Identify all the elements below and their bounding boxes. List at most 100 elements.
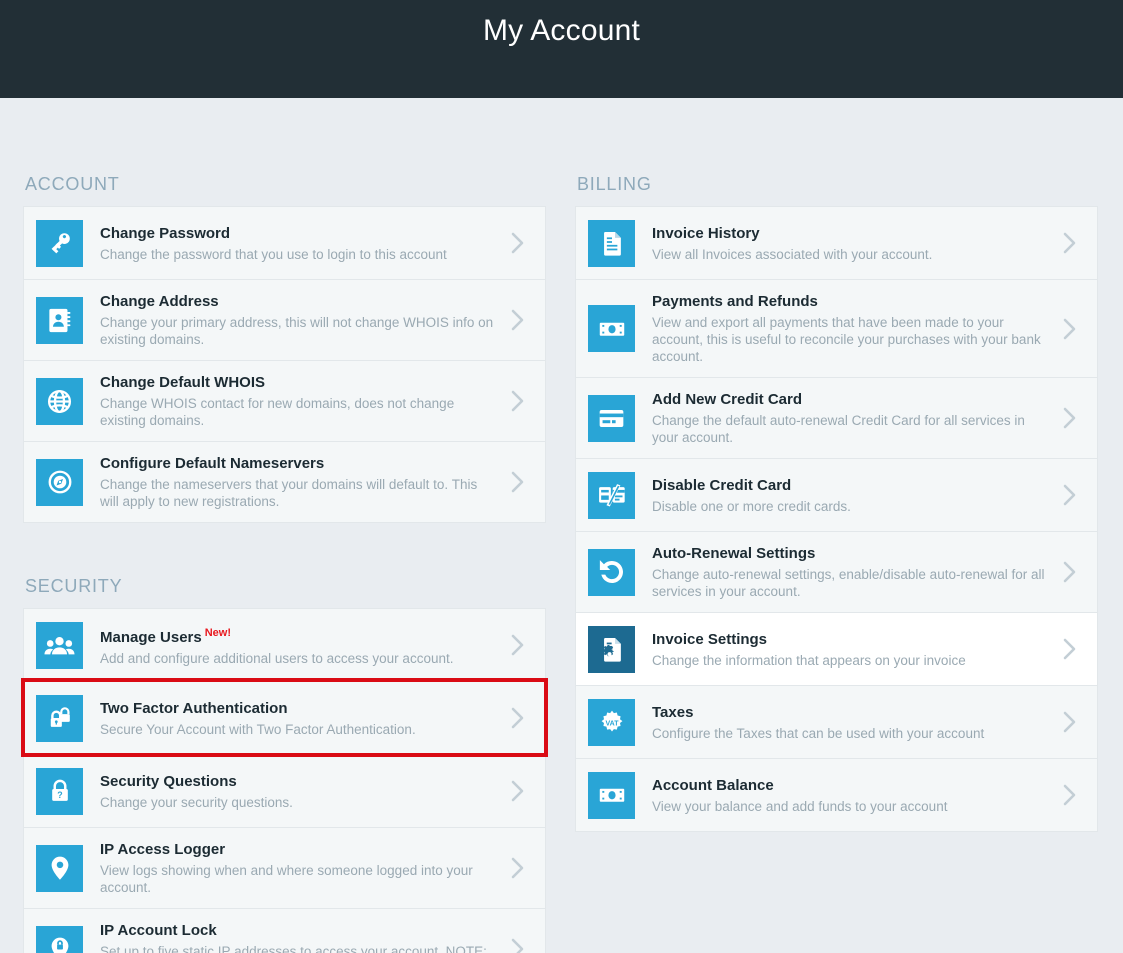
row-text: Invoice History View all Invoices associa… <box>652 224 1059 263</box>
row-text: Two Factor Authentication Secure Your Acc… <box>100 699 507 738</box>
billing-card: Invoice History View all Invoices associa… <box>575 206 1098 832</box>
chevron-right-icon[interactable] <box>1059 230 1081 256</box>
row-text: Change Address Change your primary addres… <box>100 292 507 348</box>
chevron-right-icon[interactable] <box>1059 316 1081 342</box>
row-title-text: Taxes <box>652 703 694 721</box>
chevron-right-icon[interactable] <box>507 388 529 414</box>
row-description: Secure Your Account with Two Factor Auth… <box>100 721 416 737</box>
settings-row-invoice-settings[interactable]: Invoice Settings Change the information t… <box>576 612 1097 685</box>
chevron-right-icon[interactable] <box>507 632 529 658</box>
settings-row-auto-renewal-settings[interactable]: Auto-Renewal Settings Change auto-renewal… <box>576 531 1097 612</box>
chevron-right-icon[interactable] <box>507 230 529 256</box>
settings-row-change-address[interactable]: Change Address Change your primary addres… <box>24 279 545 360</box>
row-title-text: IP Account Lock <box>100 922 217 939</box>
chevron-right-icon[interactable] <box>507 307 529 333</box>
settings-row-payments-and-refunds[interactable]: Payments and Refunds View and export all … <box>576 279 1097 377</box>
right-column: BILLING Invoice History View all Invoices… <box>575 98 1098 832</box>
padlock-question-icon: ? <box>36 767 83 815</box>
row-description: View and export all payments that have b… <box>652 315 1041 364</box>
settings-row-account-balance[interactable]: Account Balance View your balance and add… <box>576 758 1097 831</box>
row-title-text: Add New Credit Card <box>652 391 803 408</box>
row-description: Add and configure additional users to ac… <box>100 651 454 666</box>
row-description: Change your primary address, this will n… <box>100 315 494 347</box>
settings-row-add-new-credit-card[interactable]: Add New Credit Card Change the default au… <box>576 377 1097 458</box>
section-heading-billing: BILLING <box>577 174 652 194</box>
chevron-right-icon[interactable] <box>507 855 529 881</box>
settings-row-two-factor-authentication[interactable]: Two Factor Authentication Secure Your Acc… <box>21 678 548 757</box>
row-title-text: Change Password <box>100 224 231 242</box>
chevron-right-icon[interactable] <box>1059 782 1081 808</box>
row-description: Disable one or more credit cards. <box>652 498 851 514</box>
page-header: My Account <box>0 0 1123 98</box>
users-icon <box>36 621 83 669</box>
account-card: Change Password Change the password that … <box>23 206 546 523</box>
compass-icon <box>36 458 83 506</box>
row-title-text: Invoice Settings <box>652 630 768 648</box>
chevron-right-icon[interactable] <box>507 469 529 495</box>
row-title: Two Factor Authentication <box>100 699 499 719</box>
svg-text:VAT: VAT <box>605 720 619 727</box>
section-heading-security: SECURITY <box>25 576 123 596</box>
settings-row-security-questions[interactable]: ? Security Questions Change your security … <box>24 754 545 827</box>
map-pin-lock-icon <box>36 925 83 953</box>
row-text: IP Access Logger View logs showing when a… <box>100 840 507 896</box>
row-description: Change the default auto-renewal Credit C… <box>652 413 1025 445</box>
row-description: View logs showing when and where someone… <box>100 863 473 895</box>
settings-row-change-password[interactable]: Change Password Change the password that … <box>24 206 545 279</box>
row-description: Change WHOIS contact for new domains, do… <box>100 396 455 428</box>
settings-row-ip-account-lock[interactable]: IP Account Lock Set up to five static IP … <box>24 908 545 953</box>
settings-row-invoice-history[interactable]: Invoice History View all Invoices associa… <box>576 206 1097 279</box>
row-title: Payments and Refunds <box>652 292 1051 312</box>
settings-row-change-default-whois[interactable]: Change Default WHOIS Change WHOIS contact… <box>24 360 545 441</box>
row-title: Change Default WHOIS <box>100 373 499 393</box>
svg-text:?: ? <box>57 790 62 800</box>
row-title-text: Account Balance <box>652 776 774 794</box>
banknote-icon <box>588 305 635 352</box>
settings-row-disable-credit-card[interactable]: Disable Credit Card Disable one or more c… <box>576 458 1097 531</box>
row-text: Auto-Renewal Settings Change auto-renewal… <box>652 544 1059 600</box>
settings-row-manage-users[interactable]: Manage Users New! Add and configure additi… <box>24 608 545 681</box>
settings-row-ip-access-logger[interactable]: IP Access Logger View logs showing when a… <box>24 827 545 908</box>
row-title: Manage Users New! <box>100 623 499 648</box>
row-text: Disable Credit Card Disable one or more c… <box>652 476 1059 515</box>
row-title: Add New Credit Card <box>652 390 1051 410</box>
chevron-right-icon[interactable] <box>1059 709 1081 735</box>
settings-row-taxes[interactable]: VAT Taxes Configure the Taxes that can be … <box>576 685 1097 758</box>
row-title: Change Password <box>100 224 499 244</box>
row-title: Auto-Renewal Settings <box>652 544 1051 564</box>
row-title: Taxes <box>652 703 1051 723</box>
credit-card-icon <box>588 394 635 442</box>
row-title-text: Change Default WHOIS <box>100 374 266 391</box>
chevron-right-icon[interactable] <box>507 778 529 804</box>
row-title: Invoice History <box>652 224 1051 244</box>
new-badge: New! <box>204 627 231 639</box>
row-text: Change Default WHOIS Change WHOIS contact… <box>100 373 507 429</box>
chevron-right-icon[interactable] <box>1059 636 1081 662</box>
row-title-text: Change Address <box>100 293 219 310</box>
chevron-right-icon[interactable] <box>1059 405 1081 431</box>
row-text: Account Balance View your balance and add… <box>652 776 1059 815</box>
row-text: Manage Users New! Add and configure additi… <box>100 623 507 667</box>
map-pin-icon <box>36 844 83 892</box>
row-title-text: Disable Credit Card <box>652 476 792 494</box>
row-title-text: Payments and Refunds <box>652 293 818 310</box>
row-title: Security Questions <box>100 772 499 792</box>
chevron-right-icon[interactable] <box>507 936 529 953</box>
row-text: Security Questions Change your security q… <box>100 772 507 811</box>
chevron-right-icon[interactable] <box>1059 559 1081 585</box>
row-description: Change your security questions. <box>100 794 293 810</box>
section-heading-account: ACCOUNT <box>25 174 120 194</box>
credit-card-disabled-icon <box>588 471 635 519</box>
row-title: Account Balance <box>652 776 1051 796</box>
row-description: Change the password that you use to logi… <box>100 246 447 262</box>
row-title-text: Two Factor Authentication <box>100 699 288 717</box>
chevron-right-icon[interactable] <box>1059 482 1081 508</box>
account-settings-page: ACCOUNT Change Password Change the passwo… <box>0 98 1123 953</box>
row-title: Configure Default Nameservers <box>100 454 499 474</box>
row-text: Invoice Settings Change the information t… <box>652 630 1059 669</box>
chevron-right-icon[interactable] <box>507 705 529 731</box>
globe-icon <box>36 377 83 425</box>
settings-row-configure-default-nameservers[interactable]: Configure Default Nameservers Change the … <box>24 441 545 522</box>
key-icon <box>36 219 83 267</box>
invoice-document-icon <box>588 219 635 267</box>
